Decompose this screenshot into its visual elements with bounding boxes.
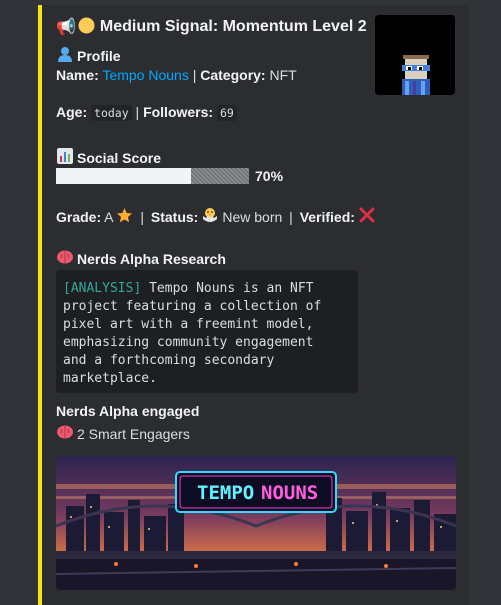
grade-line: Grade: A | Status: New born | Verified: (56, 206, 376, 227)
analysis-text: Tempo Nouns is an NFT project featuring … (63, 281, 322, 386)
separator: | (131, 104, 144, 120)
project-name-link[interactable]: Tempo Nouns (102, 67, 188, 83)
status-value: New born (222, 208, 283, 225)
category-label: Category: (200, 67, 266, 83)
grade-value: A (104, 208, 114, 225)
profile-heading: Profile (56, 45, 121, 66)
progress-track (56, 168, 249, 184)
verified-label: Verified: (299, 208, 355, 225)
engaged-line: 2 Smart Engagers (56, 423, 190, 444)
progress-remaining (191, 168, 249, 184)
banner-title-part1: TEMPO (197, 482, 254, 504)
analysis-code-block: [ANALYSIS] Tempo Nouns is an NFT project… (56, 270, 358, 393)
embed-title-text: Medium Signal: Momentum Level 2 (99, 18, 367, 35)
grade-label: Grade: (56, 208, 102, 225)
star-icon (116, 207, 133, 227)
smart-engagers-count: 2 Smart Engagers (77, 425, 190, 442)
status-label: Status: (150, 208, 199, 225)
progress-fill (56, 168, 191, 184)
age-value: today (91, 105, 132, 121)
megaphone-icon: 📢 (56, 17, 76, 36)
nft-thumbnail[interactable] (375, 15, 455, 95)
yellow-circle-icon (78, 17, 95, 37)
social-score-bar: 70% (56, 168, 283, 184)
social-score-heading: Social Score (56, 147, 161, 168)
engaged-heading-text: Nerds Alpha engaged (56, 403, 200, 419)
score-percent: 70% (255, 168, 284, 184)
brain-icon (56, 423, 74, 444)
signal-embed: 📢 Medium Signal: Momentum Level 2 Profil… (38, 5, 470, 605)
project-banner-image[interactable]: TEMPO NOUNS (56, 456, 456, 590)
research-heading: Nerds Alpha Research (56, 248, 226, 269)
profile-name-line: Name: Tempo Nouns | Category: NFT (56, 67, 297, 83)
separator: | (136, 208, 148, 225)
age-label: Age: (56, 104, 88, 120)
profile-heading-text: Profile (77, 47, 121, 64)
separator: | (285, 208, 297, 225)
banner-title-part2: NOUNS (261, 482, 318, 504)
followers-label: Followers: (143, 104, 214, 120)
research-heading-text: Nerds Alpha Research (77, 250, 226, 267)
brain-icon (56, 248, 74, 269)
analysis-tag: [ANALYSIS] (63, 281, 142, 296)
embed-title: 📢 Medium Signal: Momentum Level 2 (56, 17, 367, 37)
profile-age-line: Age: today | Followers: 69 (56, 104, 237, 121)
engaged-heading: Nerds Alpha engaged (56, 403, 199, 419)
hatching-chick-icon (201, 206, 219, 227)
name-label: Name: (56, 67, 99, 83)
bar-chart-icon (56, 147, 74, 168)
category-value: NFT (269, 67, 297, 83)
red-x-icon (358, 206, 376, 227)
followers-value: 69 (216, 105, 237, 121)
bust-silhouette-icon (56, 45, 74, 66)
social-score-heading-text: Social Score (77, 149, 162, 166)
separator: | (188, 67, 201, 83)
